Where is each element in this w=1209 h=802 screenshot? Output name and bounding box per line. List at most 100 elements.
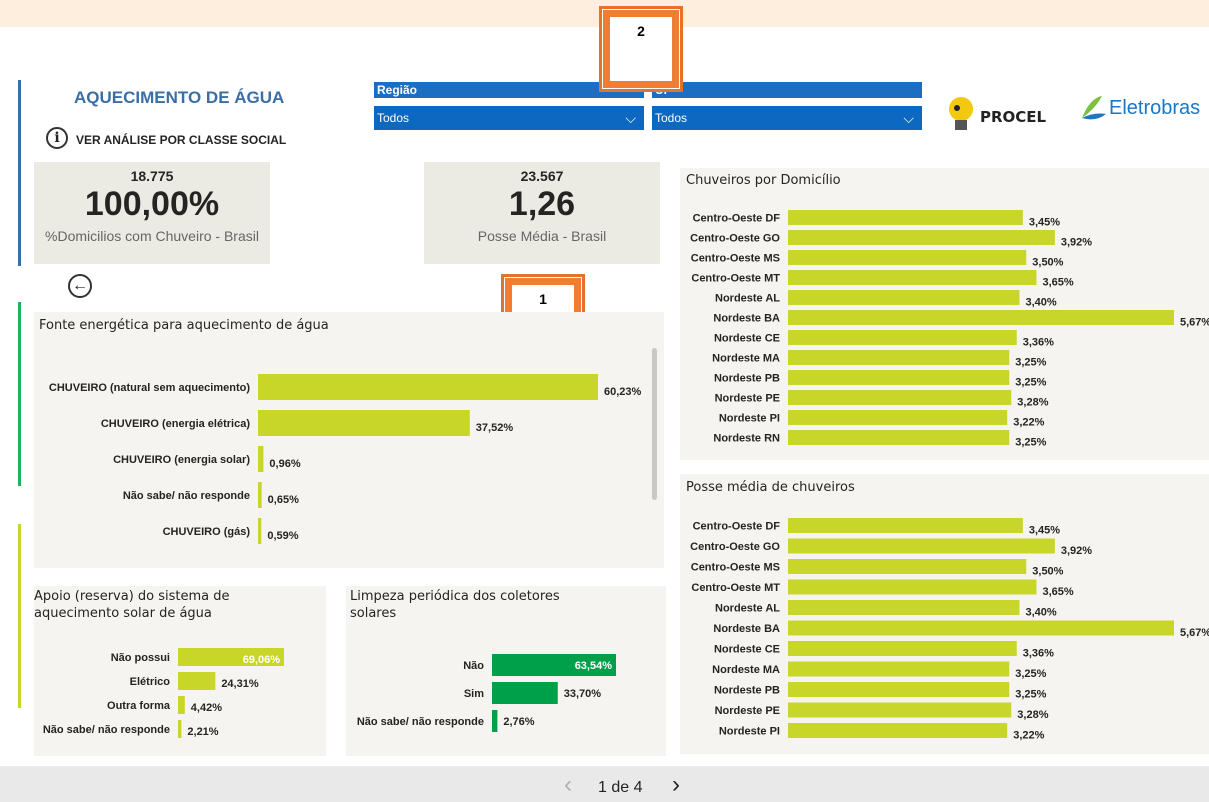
category-label: Nordeste PE xyxy=(715,393,780,405)
bar[interactable] xyxy=(788,210,1023,225)
category-label: Centro-Oeste GO xyxy=(690,233,780,245)
bar[interactable] xyxy=(258,410,470,436)
limpeza-chart: Não 63,54% Sim 33,70% Não sabe/ não responde… xyxy=(357,654,616,732)
class-analysis-link[interactable]: VER ANÁLISE POR CLASSE SOCIAL xyxy=(76,133,286,147)
chuveiros-chart: Centro-Oeste DF 3,45% Centro-Oeste GO 3,92%… xyxy=(690,210,1209,449)
procel-logo: PROCEL xyxy=(948,96,1058,136)
kpi-card-domicilios: 18.775 100,00% %Domicilios com Chuveiro … xyxy=(34,162,270,264)
bar[interactable] xyxy=(258,446,264,472)
category-label: Elétrico xyxy=(130,676,171,688)
data-label: 0,96% xyxy=(269,458,300,470)
bar[interactable] xyxy=(788,270,1037,285)
bar[interactable] xyxy=(788,330,1017,345)
fonte-chart: CHUVEIRO (natural sem aquecimento) 60,23%… xyxy=(49,374,642,544)
data-label: 3,25% xyxy=(1015,689,1046,701)
category-label: Centro-Oeste DF xyxy=(693,213,781,225)
kpi-value: 100,00% xyxy=(84,185,220,223)
category-label: Nordeste BA xyxy=(713,313,780,325)
category-label: Não sabe/ não responde xyxy=(123,490,250,502)
info-icon[interactable]: i xyxy=(46,127,68,149)
data-label: 37,52% xyxy=(476,422,514,434)
bar[interactable] xyxy=(788,723,1008,738)
data-label: 3,28% xyxy=(1017,397,1048,409)
bar[interactable] xyxy=(492,710,498,732)
data-label: 3,25% xyxy=(1015,377,1046,389)
uf-slicer[interactable]: UF Todos ⌵ xyxy=(652,82,922,130)
bar[interactable] xyxy=(788,350,1010,365)
bar[interactable] xyxy=(788,310,1174,325)
bar[interactable] xyxy=(788,600,1020,615)
prev-page-icon[interactable]: ‹ xyxy=(564,773,572,797)
data-label: 69,06% xyxy=(243,654,281,666)
apoio-title: Apoio (reserva) do sistema de aqueciment… xyxy=(34,589,230,621)
bar[interactable] xyxy=(258,374,598,400)
data-label: 60,23% xyxy=(604,386,642,398)
bar[interactable] xyxy=(788,290,1020,305)
data-label: 5,67% xyxy=(1180,317,1209,329)
bar[interactable] xyxy=(788,702,1012,718)
data-label: 3,22% xyxy=(1013,417,1044,429)
category-label: Nordeste MA xyxy=(712,353,780,365)
category-label: Nordeste CE xyxy=(714,333,780,345)
bar[interactable] xyxy=(788,370,1010,385)
category-label: Nordeste PI xyxy=(719,726,780,738)
bar[interactable] xyxy=(788,579,1037,595)
kpi-value: 1,26 xyxy=(508,185,576,223)
bar[interactable] xyxy=(788,661,1010,677)
data-label: 4,42% xyxy=(191,702,222,714)
bar[interactable] xyxy=(258,518,262,544)
bar[interactable] xyxy=(258,482,262,508)
apoio-panel: Apoio (reserva) do sistema de aqueciment… xyxy=(34,586,326,756)
bar[interactable] xyxy=(788,390,1012,405)
category-label: Nordeste BA xyxy=(713,623,780,635)
regiao-value: Todos xyxy=(377,111,410,125)
next-page-icon[interactable]: › xyxy=(672,773,680,797)
posse-panel: Posse média de chuveiros Centro-Oeste DF… xyxy=(680,474,1209,754)
bar[interactable] xyxy=(178,672,216,690)
bar[interactable] xyxy=(788,430,1010,445)
bar[interactable] xyxy=(788,620,1174,636)
category-label: Centro-Oeste GO xyxy=(690,541,780,553)
bar[interactable] xyxy=(788,230,1055,245)
category-label: Nordeste PE xyxy=(715,705,780,717)
bar[interactable] xyxy=(178,696,185,714)
bar[interactable] xyxy=(788,682,1010,697)
bar[interactable] xyxy=(178,720,182,738)
bar[interactable] xyxy=(788,410,1008,425)
category-label: CHUVEIRO (energia solar) xyxy=(113,454,250,466)
chuveiros-panel: Chuveiros por Domicílio Centro-Oeste DF 3… xyxy=(680,168,1209,460)
regiao-dropdown[interactable]: Todos ⌵ xyxy=(374,106,644,130)
bar[interactable] xyxy=(788,518,1023,533)
bar[interactable] xyxy=(788,250,1027,265)
data-label: 3,36% xyxy=(1023,648,1054,660)
bar[interactable] xyxy=(788,641,1017,656)
posse-title: Posse média de chuveiros xyxy=(686,480,855,495)
data-label: 5,67% xyxy=(1180,627,1209,639)
back-arrow-icon[interactable]: ← xyxy=(68,274,92,298)
category-label: Nordeste PB xyxy=(714,373,780,385)
data-label: 3,45% xyxy=(1029,217,1060,229)
fonte-scrollbar[interactable] xyxy=(652,348,657,500)
data-label: 3,92% xyxy=(1061,237,1092,249)
page-indicator: 1 de 4 xyxy=(598,779,643,796)
bar[interactable] xyxy=(492,682,558,704)
data-label: 24,31% xyxy=(221,678,259,690)
category-label: Centro-Oeste MS xyxy=(691,253,780,265)
data-label: 3,50% xyxy=(1032,566,1063,578)
chuveiros-title: Chuveiros por Domicílio xyxy=(686,173,841,188)
accent-line-blue xyxy=(18,80,21,266)
category-label: Nordeste PI xyxy=(719,413,780,425)
eletrobras-leaf-icon xyxy=(1082,96,1106,120)
data-label: 3,22% xyxy=(1013,730,1044,742)
category-label: Nordeste MA xyxy=(712,664,780,676)
uf-dropdown[interactable]: Todos ⌵ xyxy=(652,106,922,130)
kpi-count: 23.567 xyxy=(520,168,564,184)
limpeza-panel: Limpeza periódica dos coletores solares … xyxy=(346,586,666,756)
bar[interactable] xyxy=(788,559,1027,574)
posse-chart: Centro-Oeste DF 3,45% Centro-Oeste GO 3,92%… xyxy=(690,518,1209,742)
fonte-panel: Fonte energética para aquecimento de águ… xyxy=(34,312,664,568)
data-label: 2,21% xyxy=(187,726,218,738)
bar[interactable] xyxy=(788,538,1055,554)
accent-line-green xyxy=(18,302,21,486)
eletrobras-logo: Eletrobras xyxy=(1078,92,1209,132)
